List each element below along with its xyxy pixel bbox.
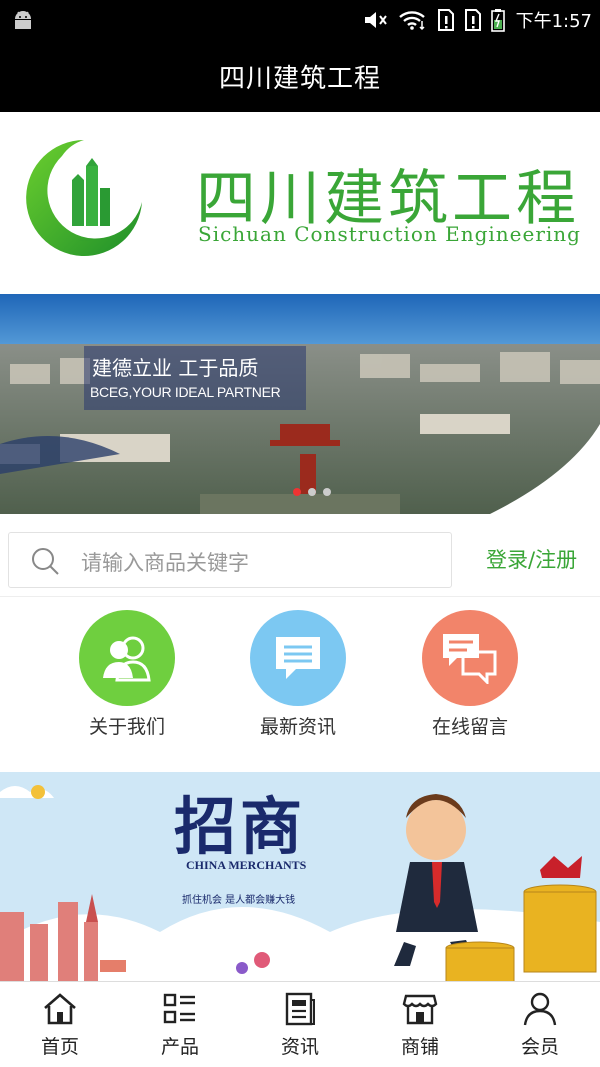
nav-news[interactable]: 资讯 xyxy=(240,982,360,1067)
quick-nav-circle xyxy=(79,610,175,706)
promo-banner[interactable]: 招商 CHINA MERCHANTS 抓住机会 是人都会赚大钱 xyxy=(0,772,600,982)
quick-nav-circle xyxy=(250,610,346,706)
nav-shop[interactable]: 商铺 xyxy=(360,982,480,1067)
quick-nav-news[interactable]: 最新资讯 xyxy=(216,608,376,748)
search-icon xyxy=(32,548,59,575)
mute-icon xyxy=(364,12,387,28)
chat-icon xyxy=(443,634,497,684)
status-time: 下午1:57 xyxy=(515,11,592,32)
login-register-link[interactable]: 登录/注册 xyxy=(486,544,577,574)
news-doc-icon xyxy=(285,992,315,1026)
logo-banner[interactable]: 四川建筑工程 Sichuan Construction Engineering xyxy=(0,112,600,294)
promo-title: 招商 xyxy=(174,790,307,863)
news-icon xyxy=(276,637,320,679)
users-icon xyxy=(103,636,151,682)
nav-label: 首页 xyxy=(40,1036,79,1058)
search-placeholder: 请输入商品关键字 xyxy=(81,551,249,575)
slider-dot[interactable] xyxy=(293,488,301,496)
quick-nav-about[interactable]: 关于我们 xyxy=(45,608,205,748)
quick-nav-message[interactable]: 在线留言 xyxy=(388,608,548,748)
quick-nav-label: 在线留言 xyxy=(431,716,508,738)
home-icon xyxy=(44,993,76,1025)
search-input[interactable]: 请输入商品关键字 xyxy=(8,532,452,588)
company-logo-icon xyxy=(26,140,142,256)
divider xyxy=(0,596,600,597)
promo-slogan: 抓住机会 是人都会赚大钱 xyxy=(182,895,296,906)
nav-label: 产品 xyxy=(160,1036,199,1058)
nav-label: 会员 xyxy=(520,1036,559,1058)
battery-icon xyxy=(490,9,505,32)
hero-caption: 建德立业 工于品质 BCEG,YOUR IDEAL PARTNER xyxy=(84,346,306,410)
quick-nav-label: 关于我们 xyxy=(88,716,165,738)
bottom-nav: 首页 产品 资讯 商铺 会员 xyxy=(0,981,600,1067)
member-icon xyxy=(523,992,557,1026)
search-row: 请输入商品关键字 登录/注册 xyxy=(0,522,600,596)
slider-dots xyxy=(293,488,331,496)
hero-caption-cn: 建德立业 工于品质 xyxy=(92,356,259,380)
page-title: 四川建筑工程 xyxy=(218,63,381,94)
quick-nav-label: 最新资讯 xyxy=(259,716,336,738)
nav-label: 资讯 xyxy=(280,1036,319,1058)
hero-slider[interactable]: 建德立业 工于品质 BCEG,YOUR IDEAL PARTNER xyxy=(0,294,600,514)
nav-home[interactable]: 首页 xyxy=(0,982,120,1067)
promo-subtitle: CHINA MERCHANTS xyxy=(186,858,307,872)
quick-nav-circle xyxy=(422,610,518,706)
title-bar: 四川建筑工程 xyxy=(0,40,600,112)
nav-label: 商铺 xyxy=(400,1036,439,1058)
sim2-icon xyxy=(464,9,481,31)
slider-dot[interactable] xyxy=(323,488,331,496)
logo-name-en: Sichuan Construction Engineering xyxy=(198,222,581,246)
android-icon xyxy=(15,11,31,29)
hero-caption-en: BCEG,YOUR IDEAL PARTNER xyxy=(90,384,281,400)
sim1-icon xyxy=(437,9,454,31)
slider-dot[interactable] xyxy=(308,488,316,496)
wifi-icon xyxy=(398,11,425,31)
shop-icon xyxy=(402,994,438,1025)
status-bar: 下午1:57 xyxy=(0,0,600,40)
nav-products[interactable]: 产品 xyxy=(120,982,240,1067)
product-grid-icon xyxy=(163,993,195,1024)
nav-member[interactable]: 会员 xyxy=(480,982,600,1067)
